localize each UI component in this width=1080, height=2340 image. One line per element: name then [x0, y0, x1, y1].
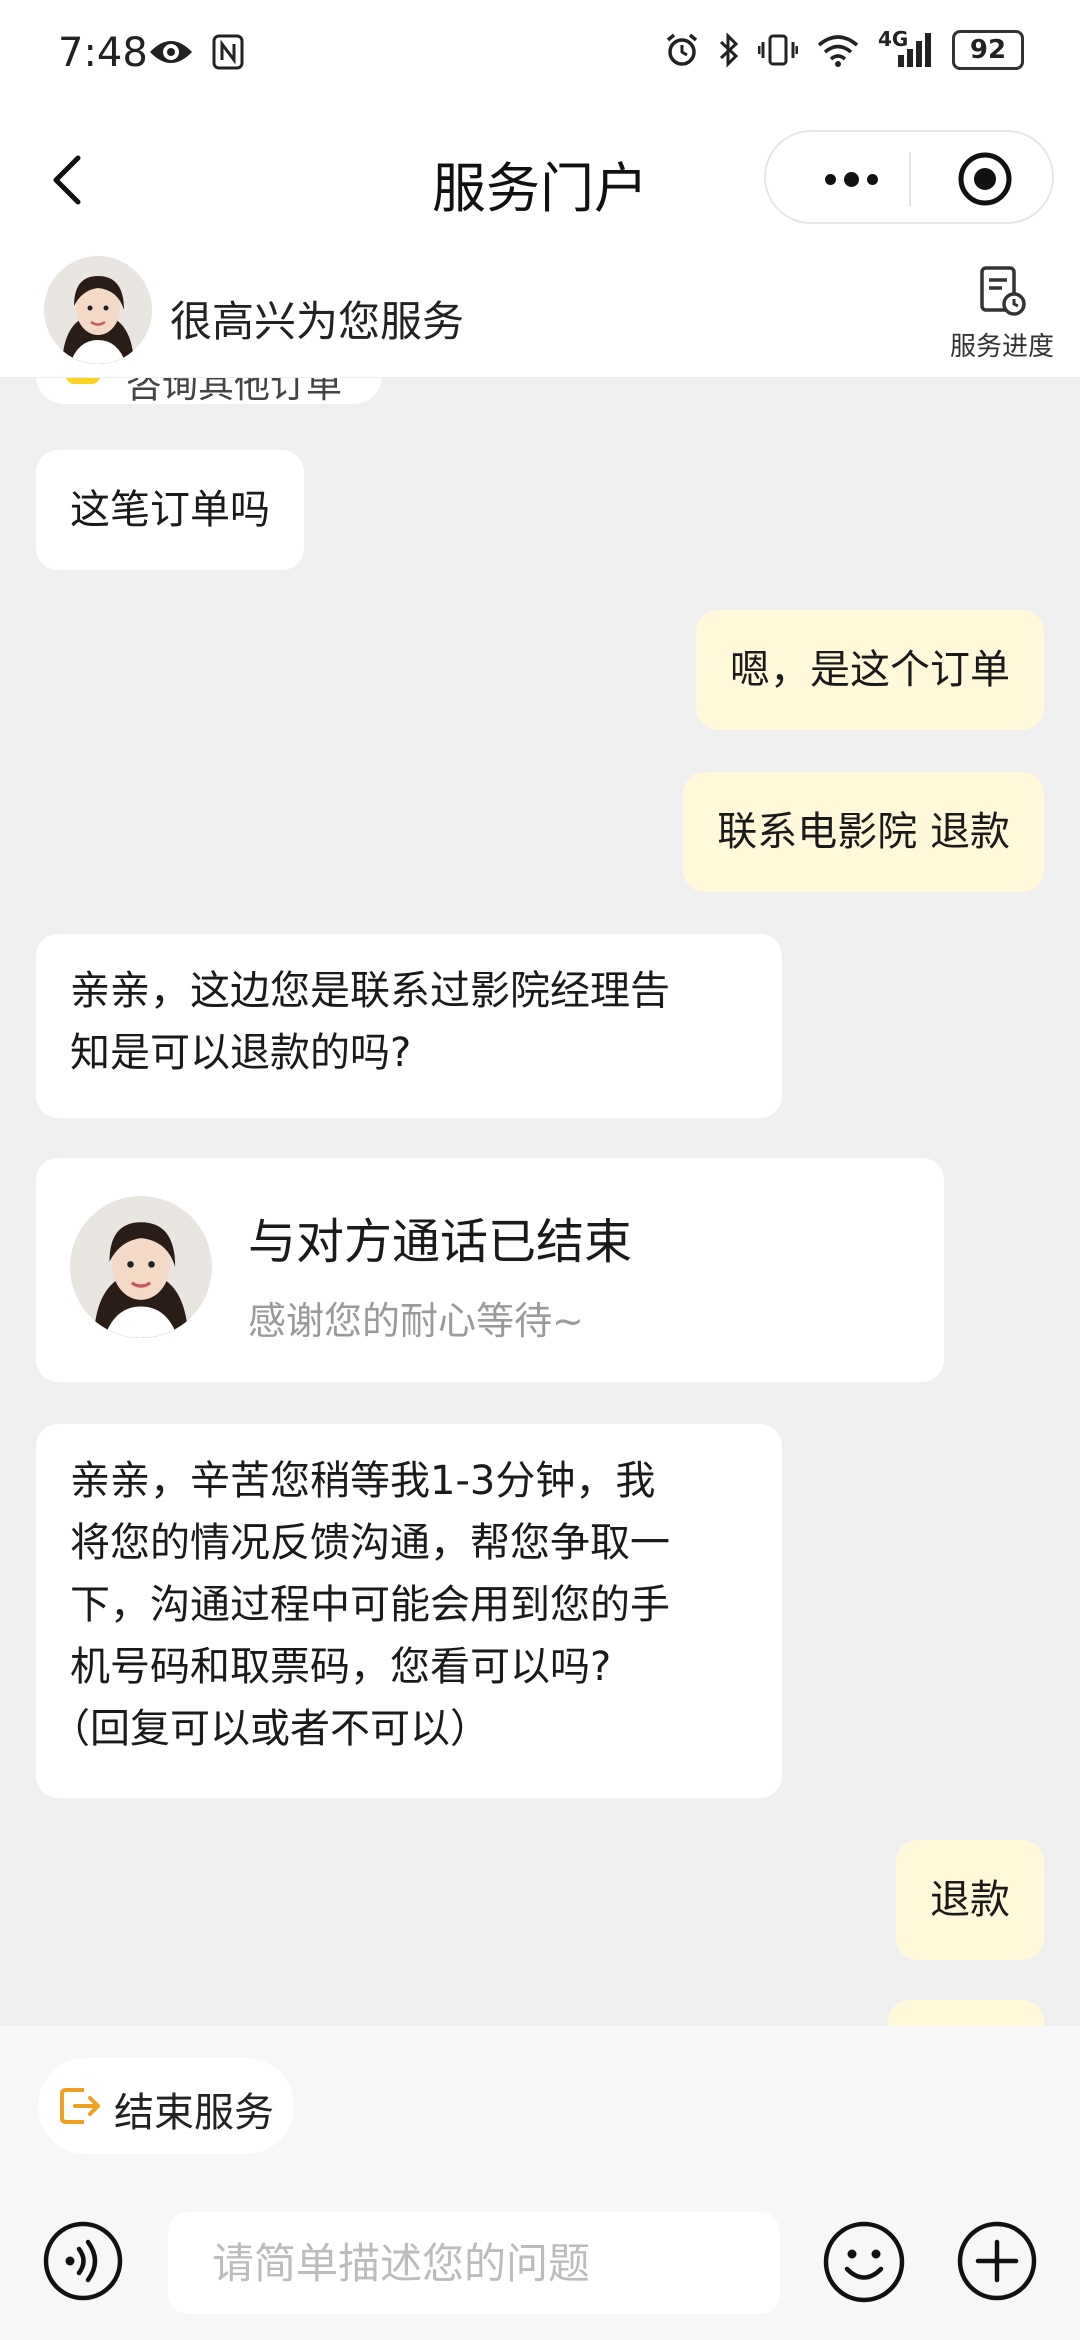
- alarm-icon: [666, 33, 698, 66]
- message-input[interactable]: [168, 2212, 780, 2314]
- wifi-icon: [817, 35, 859, 67]
- mini-program-capsule: [764, 130, 1054, 224]
- status-left-icons: [148, 34, 244, 70]
- order-icon: [66, 378, 100, 384]
- eye-icon: [150, 41, 192, 63]
- more-dot-icon: [866, 173, 878, 185]
- status-time: 7:48: [58, 30, 148, 76]
- user-message: 退款: [896, 1840, 1044, 1960]
- call-ended-card: 与对方通话已结束 感谢您的耐心等待~: [36, 1158, 944, 1382]
- close-program-button[interactable]: [956, 150, 1014, 208]
- nfc-icon: [212, 34, 244, 70]
- nav-bar: 服务门户: [0, 110, 1080, 250]
- plus-icon: [957, 2221, 1037, 2301]
- footer: 结束服务: [0, 2026, 1080, 2340]
- bluetooth-icon: [719, 32, 739, 68]
- more-button[interactable]: [796, 150, 906, 208]
- message-text: 嗯，是这个订单: [730, 647, 1010, 693]
- message-input-box[interactable]: [168, 2212, 780, 2314]
- battery-level: 92: [969, 35, 1007, 65]
- message-line: 亲亲，这边您是联系过影院经理告: [70, 968, 670, 1014]
- message-line: 亲亲，辛苦您稍等我1-3分钟，我: [70, 1458, 656, 1504]
- more-dot-icon: [824, 173, 836, 185]
- message-line: 机号码和取票码，您看可以吗?: [70, 1644, 612, 1690]
- message-line: 下，沟通过程中可能会用到您的手: [70, 1582, 670, 1628]
- smiley-icon: [823, 2221, 905, 2303]
- vibrate-icon: [758, 34, 798, 66]
- agent-message: 这笔订单吗: [36, 450, 304, 570]
- message-line: 将您的情况反馈沟通，帮您争取一: [70, 1520, 670, 1566]
- user-message: 联系电影院 退款: [683, 772, 1044, 892]
- target-icon: [958, 152, 1012, 206]
- battery-icon: 92: [952, 30, 1024, 70]
- voice-icon: [43, 2221, 123, 2301]
- capsule-divider: [909, 152, 911, 206]
- end-service-label: 结束服务: [114, 2090, 274, 2136]
- voice-input-button[interactable]: [42, 2220, 124, 2302]
- signal-indicator: 4G: [878, 27, 934, 69]
- signal-icon: [898, 33, 931, 67]
- agent-greeting: 很高兴为您服务: [170, 297, 465, 346]
- service-progress-button[interactable]: 服务进度: [942, 264, 1062, 363]
- other-order-label: 咨询其他订单: [126, 378, 343, 404]
- other-order-chip[interactable]: 咨询其他订单: [36, 378, 382, 404]
- message-line: （回复可以或者不可以）: [50, 1706, 490, 1752]
- status-right-icons: 4G 92: [664, 27, 1024, 70]
- agent-message: 亲亲，辛苦您稍等我1-3分钟，我 将您的情况反馈沟通，帮您争取一 下，沟通过程中…: [36, 1424, 782, 1798]
- message-text: 联系电影院 退款: [717, 809, 1010, 855]
- status-bar: 7:48 4G 92: [0, 0, 1080, 110]
- agent-avatar: [44, 256, 152, 364]
- avatar-image: [44, 256, 152, 364]
- more-dot-icon: [843, 171, 859, 187]
- agent-message: 亲亲，这边您是联系过影院经理告 知是可以退款的吗?: [36, 934, 782, 1118]
- document-clock-icon: [980, 266, 1026, 316]
- exit-icon: [60, 2088, 100, 2124]
- emoji-button[interactable]: [822, 2220, 906, 2304]
- user-message-partial: [888, 2000, 1044, 2026]
- user-message: 嗯，是这个订单: [696, 610, 1044, 730]
- chat-area[interactable]: 咨询其他订单 这笔订单吗 嗯，是这个订单 联系电影院 退款 亲亲，这边您是联系过…: [0, 378, 1080, 2026]
- more-actions-button[interactable]: [956, 2220, 1038, 2302]
- agent-header: 很高兴为您服务 服务进度: [0, 250, 1080, 378]
- avatar-image: [70, 1196, 212, 1338]
- message-text: 这笔订单吗: [70, 487, 270, 533]
- call-agent-avatar: [70, 1196, 212, 1338]
- call-ended-subtitle: 感谢您的耐心等待~: [248, 1299, 584, 1343]
- call-ended-title: 与对方通话已结束: [248, 1214, 633, 1270]
- end-service-button[interactable]: 结束服务: [38, 2058, 294, 2154]
- message-text: 退款: [930, 1877, 1010, 1923]
- message-line: 知是可以退款的吗?: [70, 1030, 412, 1076]
- service-progress-label: 服务进度: [949, 332, 1054, 362]
